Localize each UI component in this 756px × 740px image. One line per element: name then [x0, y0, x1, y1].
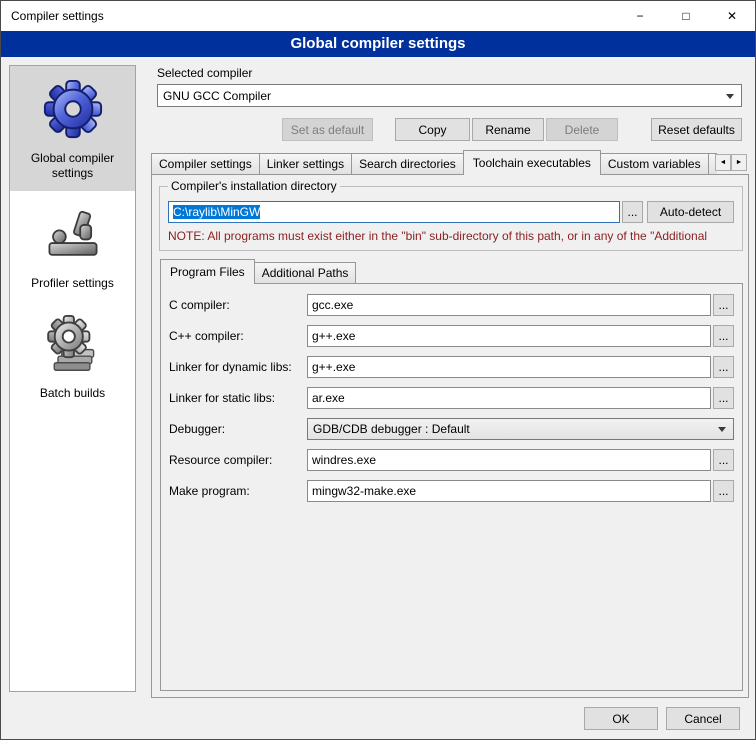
field-row-resource-compiler: Resource compiler: windres.exe ... — [169, 449, 734, 471]
tab-scroll-right-icon[interactable]: ► — [731, 154, 747, 171]
program-files-panel: C compiler: gcc.exe ... C++ compiler: g+… — [160, 283, 743, 691]
resource-compiler-input[interactable]: windres.exe — [307, 449, 711, 471]
install-dir-groupbox: Compiler's installation directory C:\ray… — [159, 179, 743, 251]
reset-defaults-button[interactable]: Reset defaults — [651, 118, 742, 141]
tab-search-directories[interactable]: Search directories — [351, 153, 464, 174]
linker-dynamic-value: g++.exe — [312, 360, 355, 374]
maximize-button[interactable]: □ — [663, 1, 709, 31]
delete-button[interactable]: Delete — [546, 118, 618, 141]
rename-button[interactable]: Rename — [472, 118, 544, 141]
sidebar-item-label: Batch builds — [40, 386, 105, 401]
sidebar-item-label: Profiler settings — [31, 276, 114, 291]
linker-dynamic-browse-button[interactable]: ... — [713, 356, 734, 378]
linker-static-value: ar.exe — [312, 391, 345, 405]
program-files-subtabs: Program Files Additional Paths — [160, 260, 355, 284]
sidebar-item-label: Global compiler settings — [12, 151, 133, 181]
linker-static-input[interactable]: ar.exe — [307, 387, 711, 409]
linker-dynamic-label: Linker for dynamic libs: — [169, 360, 307, 374]
install-dir-browse-button[interactable]: ... — [622, 201, 643, 223]
toolchain-panel: Compiler's installation directory C:\ray… — [151, 174, 749, 698]
c-compiler-browse-button[interactable]: ... — [713, 294, 734, 316]
compiler-action-buttons: Set as default Copy Rename Delete Reset … — [157, 118, 742, 141]
tab-custom-variables[interactable]: Custom variables — [600, 153, 709, 174]
resource-compiler-label: Resource compiler: — [169, 453, 307, 467]
install-dir-selected-text: C:\raylib\MinGW — [173, 205, 260, 219]
debugger-select[interactable]: GDB/CDB debugger : Default — [307, 418, 734, 440]
field-row-linker-static: Linker for static libs: ar.exe ... — [169, 387, 734, 409]
debugger-label: Debugger: — [169, 422, 307, 436]
install-dir-group-title: Compiler's installation directory — [168, 179, 340, 193]
main-content: Selected compiler GNU GCC Compiler Set a… — [151, 63, 749, 703]
titlebar: Compiler settings − □ ✕ — [1, 1, 755, 31]
field-row-cpp-compiler: C++ compiler: g++.exe ... — [169, 325, 734, 347]
window-title: Compiler settings — [1, 9, 104, 23]
minimize-button[interactable]: − — [617, 1, 663, 31]
tab-scroll-arrows: ◄ ► — [715, 154, 747, 171]
sidebar-item-global-compiler-settings[interactable]: Global compiler settings — [10, 66, 135, 191]
auto-detect-button[interactable]: Auto-detect — [647, 201, 734, 223]
subtab-additional-paths[interactable]: Additional Paths — [254, 262, 357, 283]
make-program-label: Make program: — [169, 484, 307, 498]
selected-compiler-label: Selected compiler — [157, 66, 252, 80]
chevron-down-icon — [718, 427, 726, 432]
field-row-c-compiler: C compiler: gcc.exe ... — [169, 294, 734, 316]
close-button[interactable]: ✕ — [709, 1, 755, 31]
c-compiler-input[interactable]: gcc.exe — [307, 294, 711, 316]
dialog-footer: OK Cancel — [576, 707, 740, 730]
make-program-input[interactable]: mingw32-make.exe — [307, 480, 711, 502]
cancel-button[interactable]: Cancel — [666, 707, 740, 730]
resource-compiler-browse-button[interactable]: ... — [713, 449, 734, 471]
subtab-program-files[interactable]: Program Files — [160, 259, 255, 284]
debugger-select-value: GDB/CDB debugger : Default — [313, 422, 470, 436]
set-as-default-button[interactable]: Set as default — [282, 118, 373, 141]
sidebar-item-profiler-settings[interactable]: Profiler settings — [10, 191, 135, 301]
ok-button[interactable]: OK — [584, 707, 658, 730]
linker-dynamic-input[interactable]: g++.exe — [307, 356, 711, 378]
profiler-tool-icon — [40, 201, 106, 267]
settings-tabstrip: Compiler settings Linker settings Search… — [151, 150, 749, 175]
gray-gear-stack-icon — [40, 311, 106, 377]
c-compiler-value: gcc.exe — [312, 298, 353, 312]
compiler-select-value: GNU GCC Compiler — [163, 89, 271, 103]
cpp-compiler-label: C++ compiler: — [169, 329, 307, 343]
tab-scroll-left-icon[interactable]: ◄ — [715, 154, 731, 171]
resource-compiler-value: windres.exe — [312, 453, 376, 467]
linker-static-label: Linker for static libs: — [169, 391, 307, 405]
blue-gear-icon — [40, 76, 106, 142]
tabs-row: Compiler settings Linker settings Search… — [151, 150, 717, 175]
make-program-browse-button[interactable]: ... — [713, 480, 734, 502]
cpp-compiler-value: g++.exe — [312, 329, 355, 343]
tab-linker-settings[interactable]: Linker settings — [259, 153, 352, 174]
field-row-make-program: Make program: mingw32-make.exe ... — [169, 480, 734, 502]
tab-compiler-settings[interactable]: Compiler settings — [151, 153, 260, 174]
cpp-compiler-input[interactable]: g++.exe — [307, 325, 711, 347]
chevron-down-icon — [726, 94, 734, 99]
sidebar-item-batch-builds[interactable]: Batch builds — [10, 301, 135, 411]
copy-button[interactable]: Copy — [395, 118, 470, 141]
field-row-linker-dynamic: Linker for dynamic libs: g++.exe ... — [169, 356, 734, 378]
page-title: Global compiler settings — [1, 31, 755, 57]
install-dir-note: NOTE: All programs must exist either in … — [168, 229, 734, 243]
sidebar: Global compiler settings — [9, 65, 136, 692]
window-controls: − □ ✕ — [617, 1, 755, 31]
field-row-debugger: Debugger: GDB/CDB debugger : Default — [169, 418, 734, 440]
install-dir-row: C:\raylib\MinGW ... Auto-detect — [168, 201, 734, 223]
compiler-select[interactable]: GNU GCC Compiler — [157, 84, 742, 107]
make-program-value: mingw32-make.exe — [312, 484, 416, 498]
tab-toolchain-executables[interactable]: Toolchain executables — [463, 150, 601, 175]
install-dir-input[interactable]: C:\raylib\MinGW — [168, 201, 620, 223]
compiler-settings-dialog: Compiler settings − □ ✕ Global compiler … — [0, 0, 756, 740]
linker-static-browse-button[interactable]: ... — [713, 387, 734, 409]
c-compiler-label: C compiler: — [169, 298, 307, 312]
cpp-compiler-browse-button[interactable]: ... — [713, 325, 734, 347]
